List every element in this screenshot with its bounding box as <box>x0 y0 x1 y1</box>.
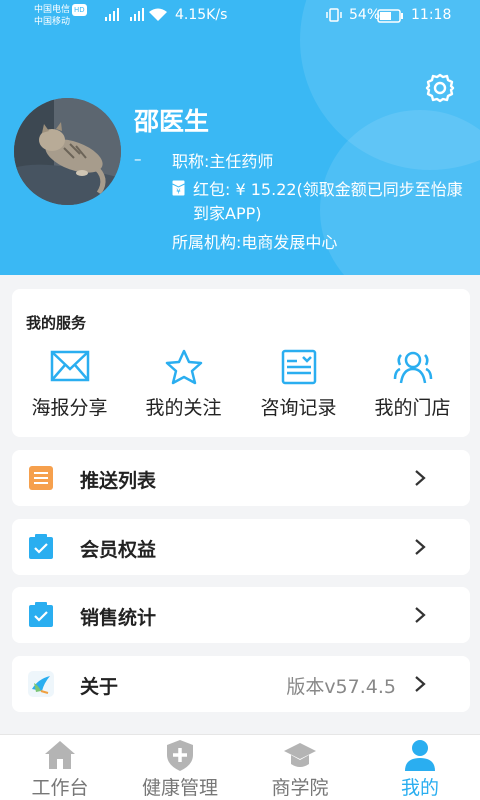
chevron-right-icon <box>415 539 426 555</box>
avatar[interactable] <box>14 98 121 205</box>
app-version: 版本v57.4.5 <box>286 676 396 698</box>
battery-icon <box>377 9 403 23</box>
doctor-name: 邵医生 <box>134 107 210 136</box>
chevron-right-icon <box>415 470 426 486</box>
signal-icon <box>105 8 119 21</box>
service-label: 海报分享 <box>31 397 108 419</box>
checkbox-icon <box>29 534 53 559</box>
checkbox-icon <box>29 602 53 627</box>
home-icon <box>45 741 75 769</box>
service-my-follow[interactable]: 我的关注 <box>126 349 241 429</box>
wifi-icon <box>149 8 167 21</box>
service-label: 咨询记录 <box>260 397 337 419</box>
profile-dash: – <box>134 150 142 168</box>
menu-row-about[interactable]: 关于 版本v57.4.5 <box>12 656 470 712</box>
envelope-icon <box>50 350 89 382</box>
graduation-cap-icon <box>284 743 316 767</box>
carrier-1: 中国电信 <box>34 5 71 15</box>
menu-row-label: 推送列表 <box>80 470 157 492</box>
list-icon <box>29 466 53 490</box>
status-bar: 中国电信 HD 中国移动 4.15K/s 54% 11:18 <box>0 0 480 34</box>
profile-header: 中国电信 HD 中国移动 4.15K/s 54% 11:18 邵医生 – 职称:… <box>0 0 480 275</box>
star-icon <box>165 349 202 385</box>
svg-text:¥: ¥ <box>176 188 181 196</box>
battery-level: 54% <box>349 7 381 23</box>
job-title: 职称:主任药师 <box>172 152 274 171</box>
tab-business-school[interactable]: 商学院 <box>240 735 360 800</box>
vibrate-icon <box>326 8 342 22</box>
menu-row-push-list[interactable]: 推送列表 <box>12 450 470 506</box>
red-packet-icon: ¥ <box>172 180 185 196</box>
users-icon <box>393 351 432 384</box>
menu-row-sales-stats[interactable]: 销售统计 <box>12 587 470 643</box>
service-label: 我的关注 <box>145 397 222 419</box>
service-consult-records[interactable]: 咨询记录 <box>241 349 356 429</box>
network-speed: 4.15K/s <box>175 7 228 23</box>
organization: 所属机构:电商发展中心 <box>172 233 338 252</box>
chevron-right-icon <box>415 676 426 692</box>
services-title: 我的服务 <box>26 314 87 332</box>
tab-label: 健康管理 <box>141 777 218 799</box>
clock: 11:18 <box>411 7 452 23</box>
gear-icon[interactable] <box>424 72 456 104</box>
services-card: 我的服务 海报分享 我的关注 咨询记录 我的门店 <box>12 289 470 437</box>
tab-mine[interactable]: 我的 <box>360 735 480 800</box>
person-icon <box>405 740 435 771</box>
tab-health-management[interactable]: 健康管理 <box>120 735 240 800</box>
cat-photo <box>14 98 121 205</box>
record-icon <box>281 349 316 385</box>
chevron-right-icon <box>415 607 426 623</box>
bottom-tab-bar: 工作台 健康管理 商学院 我的 <box>0 734 480 800</box>
menu-row-label: 销售统计 <box>80 607 157 629</box>
shield-plus-icon <box>167 740 193 771</box>
tab-label: 我的 <box>400 777 439 799</box>
service-my-store[interactable]: 我的门店 <box>355 349 470 429</box>
tab-workbench[interactable]: 工作台 <box>0 735 120 800</box>
signal-icon <box>130 8 144 21</box>
red-packet-balance[interactable]: 红包: ¥ 15.22(领取金额已同步至怡康到家APP) <box>193 178 463 226</box>
carrier-info: 中国电信 HD 中国移动 <box>34 4 87 28</box>
menu-row-member-benefits[interactable]: 会员权益 <box>12 519 470 575</box>
tab-label: 工作台 <box>31 777 89 799</box>
menu-row-label: 关于 <box>80 676 119 698</box>
service-poster-share[interactable]: 海报分享 <box>12 349 127 429</box>
service-label: 我的门店 <box>374 397 451 419</box>
tab-label: 商学院 <box>271 777 329 799</box>
bird-logo-icon <box>28 671 54 697</box>
menu-row-label: 会员权益 <box>80 539 157 561</box>
carrier-2: 中国移动 <box>34 17 71 27</box>
hd-badge: HD <box>72 4 87 16</box>
